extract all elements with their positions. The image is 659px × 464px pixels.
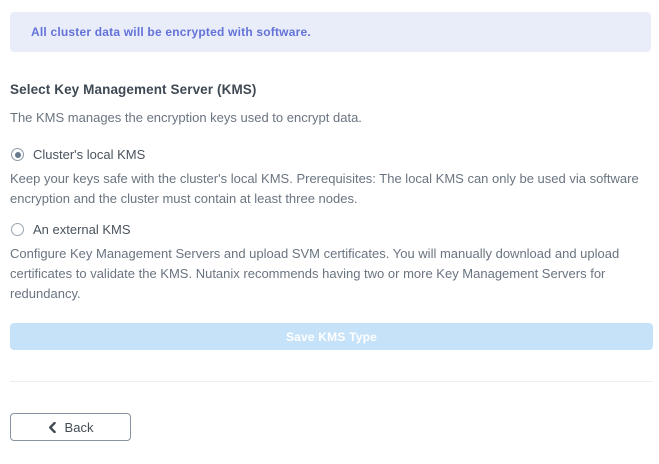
back-button-label: Back bbox=[64, 419, 94, 435]
chevron-left-icon bbox=[48, 421, 56, 433]
radio-label-local-kms: Cluster's local KMS bbox=[33, 147, 146, 162]
radio-button-external-kms[interactable] bbox=[11, 223, 24, 236]
save-kms-type-button[interactable]: Save KMS Type bbox=[10, 323, 653, 350]
encryption-info-banner-text: All cluster data will be encrypted with … bbox=[31, 25, 311, 39]
local-kms-description: Keep your keys safe with the cluster's l… bbox=[10, 171, 639, 206]
divider bbox=[10, 381, 653, 382]
radio-option-local-kms[interactable]: Cluster's local KMS bbox=[11, 147, 145, 162]
back-button[interactable]: Back bbox=[10, 413, 131, 441]
kms-section-subtitle: The KMS manages the encryption keys used… bbox=[10, 110, 362, 125]
encryption-info-banner: All cluster data will be encrypted with … bbox=[10, 12, 651, 52]
radio-label-external-kms: An external KMS bbox=[33, 222, 131, 237]
radio-option-external-kms[interactable]: An external KMS bbox=[11, 222, 131, 237]
external-kms-description: Configure Key Management Servers and upl… bbox=[10, 246, 620, 301]
kms-section-title: Select Key Management Server (KMS) bbox=[10, 82, 257, 97]
radio-button-local-kms[interactable] bbox=[11, 148, 24, 161]
